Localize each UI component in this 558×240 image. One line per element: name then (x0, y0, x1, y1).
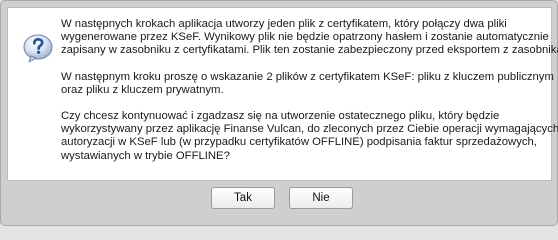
message-line: Czy chcesz kontynuować i zgadzasz się na… (61, 110, 500, 123)
no-button[interactable]: Nie (289, 187, 353, 209)
message-line: W następnym kroku proszę o wskazanie 2 p… (61, 70, 554, 83)
message-line: autoryzacji w KSeF lub (w przypadku cert… (61, 136, 537, 149)
yes-button[interactable]: Tak (211, 187, 275, 209)
dialog-message-area: W następnych krokach aplikacja utworzy j… (7, 7, 558, 181)
message-line: wykorzystywany przez aplikację Finanse V… (61, 123, 558, 136)
message-line: wystawianych w trybie OFFLINE? (61, 149, 230, 162)
message-paragraph-1: W następnych krokach aplikacja utworzy j… (61, 18, 558, 58)
dialog-message: W następnych krokach aplikacja utworzy j… (61, 18, 558, 176)
message-line: wygenerowane przez KSeF. Wynikowy plik n… (61, 31, 549, 44)
message-paragraph-2: W następnym kroku proszę o wskazanie 2 p… (61, 70, 554, 97)
confirmation-dialog: W następnych krokach aplikacja utworzy j… (0, 0, 558, 226)
message-paragraph-3: Czy chcesz kontynuować i zgadzasz się na… (61, 110, 558, 163)
message-line: oraz pliku z kluczem prywatnym. (61, 83, 224, 96)
message-line: W następnych krokach aplikacja utworzy j… (61, 18, 507, 30)
dialog-button-bar: Tak Nie (1, 183, 557, 219)
message-line: zapisany w zasobniku z certyfikatami. Pl… (61, 44, 558, 57)
question-icon (22, 32, 54, 64)
